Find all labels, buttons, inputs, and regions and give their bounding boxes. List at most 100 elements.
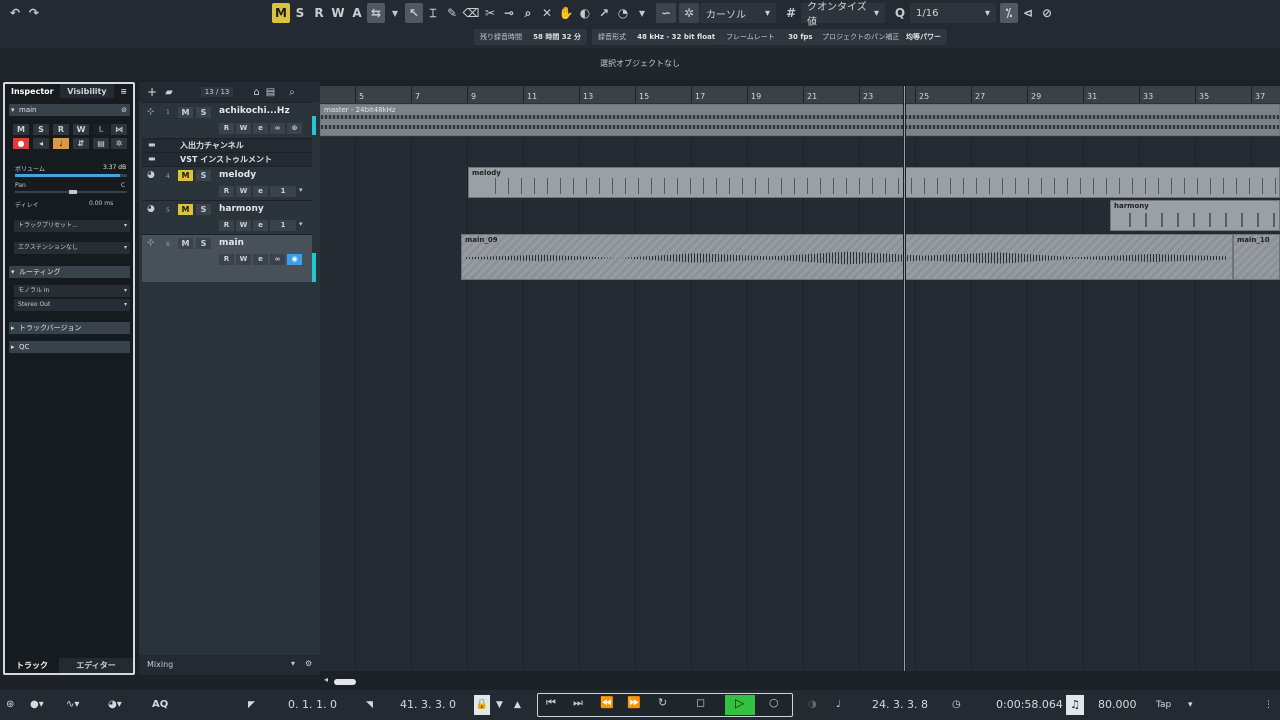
snap-crossfade-icon[interactable]: ∽ bbox=[656, 3, 676, 23]
tab-visibility[interactable]: Visibility bbox=[59, 84, 115, 98]
track-preset-select[interactable]: トラックプリセット... ▾ bbox=[14, 220, 130, 232]
write-button[interactable]: W bbox=[236, 123, 251, 134]
pan-law-status[interactable]: プロジェクトのパン補正 均等パワー bbox=[816, 29, 948, 45]
folder-track-io[interactable]: ▬ 入出力チャンネル bbox=[142, 138, 312, 152]
inspector-lock-button[interactable]: L bbox=[93, 124, 109, 135]
mode-m-button[interactable]: M bbox=[272, 3, 290, 23]
timebase-icon[interactable]: ♩ bbox=[53, 138, 69, 149]
ruler-bar-29[interactable]: 29 bbox=[1027, 86, 1041, 103]
ruler-bar-5[interactable]: 5 bbox=[355, 86, 364, 103]
ruler-bar-13[interactable]: 13 bbox=[579, 86, 593, 103]
ruler-bar-9[interactable]: 9 bbox=[467, 86, 476, 103]
auto-quantize-button[interactable]: AQ bbox=[152, 695, 168, 715]
track-row[interactable]: ⊹ 1 M S achikochi...Hz R W e ∞ ⊛ bbox=[142, 102, 312, 138]
record-mode-icon[interactable]: ⊛ bbox=[6, 695, 14, 715]
cursor-snap-icon[interactable]: ✲ bbox=[679, 3, 699, 23]
input-routing-select[interactable]: モノラル In ▾ bbox=[14, 285, 130, 297]
monitor-icon[interactable]: ◉ bbox=[287, 254, 302, 265]
mute-button[interactable]: M bbox=[178, 204, 193, 215]
clock-icon[interactable]: ◷ bbox=[952, 695, 961, 715]
mute-tool-icon[interactable]: ✕ bbox=[538, 3, 556, 23]
quantize-icon[interactable]: Q bbox=[891, 3, 909, 23]
lanes-icon[interactable]: ⇵ bbox=[73, 138, 89, 149]
go-to-end-icon[interactable]: ⏭ bbox=[573, 696, 583, 710]
monitor-icon[interactable]: ◂ bbox=[33, 138, 49, 149]
scroll-track[interactable]: ◂ bbox=[320, 675, 1280, 690]
star-icon[interactable]: ✲ bbox=[111, 138, 127, 149]
inspector-solo-button[interactable]: S bbox=[33, 124, 49, 135]
cycle-icon[interactable]: ↻ bbox=[658, 696, 667, 709]
position-bars-value[interactable]: 24. 3. 3. 8 bbox=[872, 695, 928, 715]
scissors-tool-icon[interactable]: ✂ bbox=[481, 3, 499, 23]
eraser-tool-icon[interactable]: ⌫ bbox=[462, 3, 480, 23]
audio-part-master[interactable]: master - 24bit48kHz bbox=[320, 104, 1280, 136]
forward-icon[interactable]: ⏩ bbox=[627, 696, 641, 709]
redo-icon[interactable]: ↷ bbox=[25, 3, 43, 23]
ruler-bar-37[interactable]: 37 bbox=[1251, 86, 1265, 103]
qc-section[interactable]: ▸ QC bbox=[9, 341, 130, 353]
iterative-quantize-icon[interactable]: ⁒ bbox=[1000, 3, 1018, 23]
write-button[interactable]: W bbox=[236, 186, 251, 197]
edit-channel-icon[interactable]: e bbox=[253, 123, 268, 134]
audio-event-main-10[interactable]: main_10 bbox=[1233, 234, 1280, 280]
folder-add-icon[interactable]: ▰ bbox=[165, 87, 173, 98]
tab-editor[interactable]: エディター bbox=[59, 658, 133, 673]
pointer-tool-icon[interactable]: ↖ bbox=[405, 3, 423, 23]
retro-record-icon[interactable]: ◑ bbox=[808, 695, 817, 715]
home-icon[interactable]: ⌂ bbox=[253, 87, 259, 98]
mute-button[interactable]: M bbox=[178, 170, 193, 181]
record-icon[interactable]: ○ bbox=[769, 696, 779, 709]
range-tool-icon[interactable]: ⌶ bbox=[424, 3, 442, 23]
ruler[interactable]: 5 7 9 11 13 15 17 19 21 23 25 27 29 31 33 35 37 bbox=[320, 86, 1280, 103]
read-button[interactable]: R bbox=[219, 254, 234, 265]
track-versions-section[interactable]: ▸ トラックバージョン bbox=[9, 322, 130, 334]
reset-quantize-icon[interactable]: ⊘ bbox=[1038, 3, 1056, 23]
ruler-bar-19[interactable]: 19 bbox=[747, 86, 761, 103]
track-name[interactable]: main bbox=[219, 238, 244, 248]
volume-value[interactable]: 3.37 dB bbox=[103, 164, 126, 171]
mode-w-button[interactable]: W bbox=[329, 3, 347, 23]
chevron-down-icon[interactable]: ▾ bbox=[1188, 695, 1193, 715]
gear-icon[interactable]: ⚙ bbox=[305, 659, 312, 668]
ruler-bar-31[interactable]: 31 bbox=[1083, 86, 1097, 103]
edit-icon[interactable]: ⊘ bbox=[121, 104, 127, 116]
project-window[interactable]: 5 7 9 11 13 15 17 19 21 23 25 27 29 31 33 35 37 master -… bbox=[320, 86, 1280, 675]
menu-icon[interactable]: ≡ bbox=[114, 84, 133, 98]
tempo-value[interactable]: 80.000 bbox=[1098, 695, 1137, 715]
punch-out-icon[interactable]: ▲ bbox=[514, 695, 521, 715]
edit-channel-icon[interactable]: e bbox=[253, 186, 268, 197]
note-icon[interactable]: ♩ bbox=[836, 695, 841, 715]
folder-track-vsti[interactable]: ▬ VST インストゥルメント bbox=[142, 152, 312, 166]
read-button[interactable]: R bbox=[219, 123, 234, 134]
ruler-bar-11[interactable]: 11 bbox=[523, 86, 537, 103]
search-icon[interactable]: ⌕ bbox=[289, 87, 295, 98]
output-routing-select[interactable]: Stereo Out ▾ bbox=[14, 299, 130, 311]
punch-in-icon[interactable]: ▼ bbox=[496, 695, 503, 715]
solo-button[interactable]: S bbox=[196, 170, 211, 181]
write-button[interactable]: W bbox=[236, 220, 251, 231]
chevron-down-icon[interactable]: ▾ bbox=[291, 659, 295, 668]
chevron-down-icon[interactable]: ▾ bbox=[299, 220, 303, 228]
mode-a-button[interactable]: A bbox=[348, 3, 366, 23]
left-locator-value[interactable]: 0. 1. 1. 0 bbox=[288, 695, 337, 715]
ruler-bar-33[interactable]: 33 bbox=[1139, 86, 1153, 103]
inspector-mute-button[interactable]: M bbox=[13, 124, 29, 135]
resize-handle-icon[interactable]: ⋮ bbox=[1264, 695, 1273, 715]
mode-r-button[interactable]: R bbox=[310, 3, 328, 23]
midi-part-harmony[interactable]: harmony bbox=[1110, 200, 1280, 231]
metronome-icon[interactable]: ◕▾ bbox=[108, 695, 122, 715]
chevron-down-icon[interactable]: ▾ bbox=[633, 3, 651, 23]
ruler-bar-15[interactable]: 15 bbox=[635, 86, 649, 103]
midi-channel-select[interactable]: 1 bbox=[270, 220, 296, 231]
track-name[interactable]: achikochi...Hz bbox=[219, 106, 290, 116]
routing-section[interactable]: ▾ ルーティング bbox=[9, 266, 130, 278]
volume-fader[interactable] bbox=[15, 174, 127, 177]
pencil-tool-icon[interactable]: ✎ bbox=[443, 3, 461, 23]
ruler-bar-7[interactable]: 7 bbox=[411, 86, 420, 103]
frame-rate-status[interactable]: フレームレート 30 fps bbox=[720, 29, 819, 45]
ruler-bar-35[interactable]: 35 bbox=[1195, 86, 1209, 103]
tab-inspector[interactable]: Inspector bbox=[5, 84, 60, 98]
chevron-down-icon[interactable]: ▾ bbox=[299, 186, 303, 194]
solo-button[interactable]: S bbox=[196, 238, 211, 249]
add-track-icon[interactable]: + bbox=[147, 85, 157, 99]
